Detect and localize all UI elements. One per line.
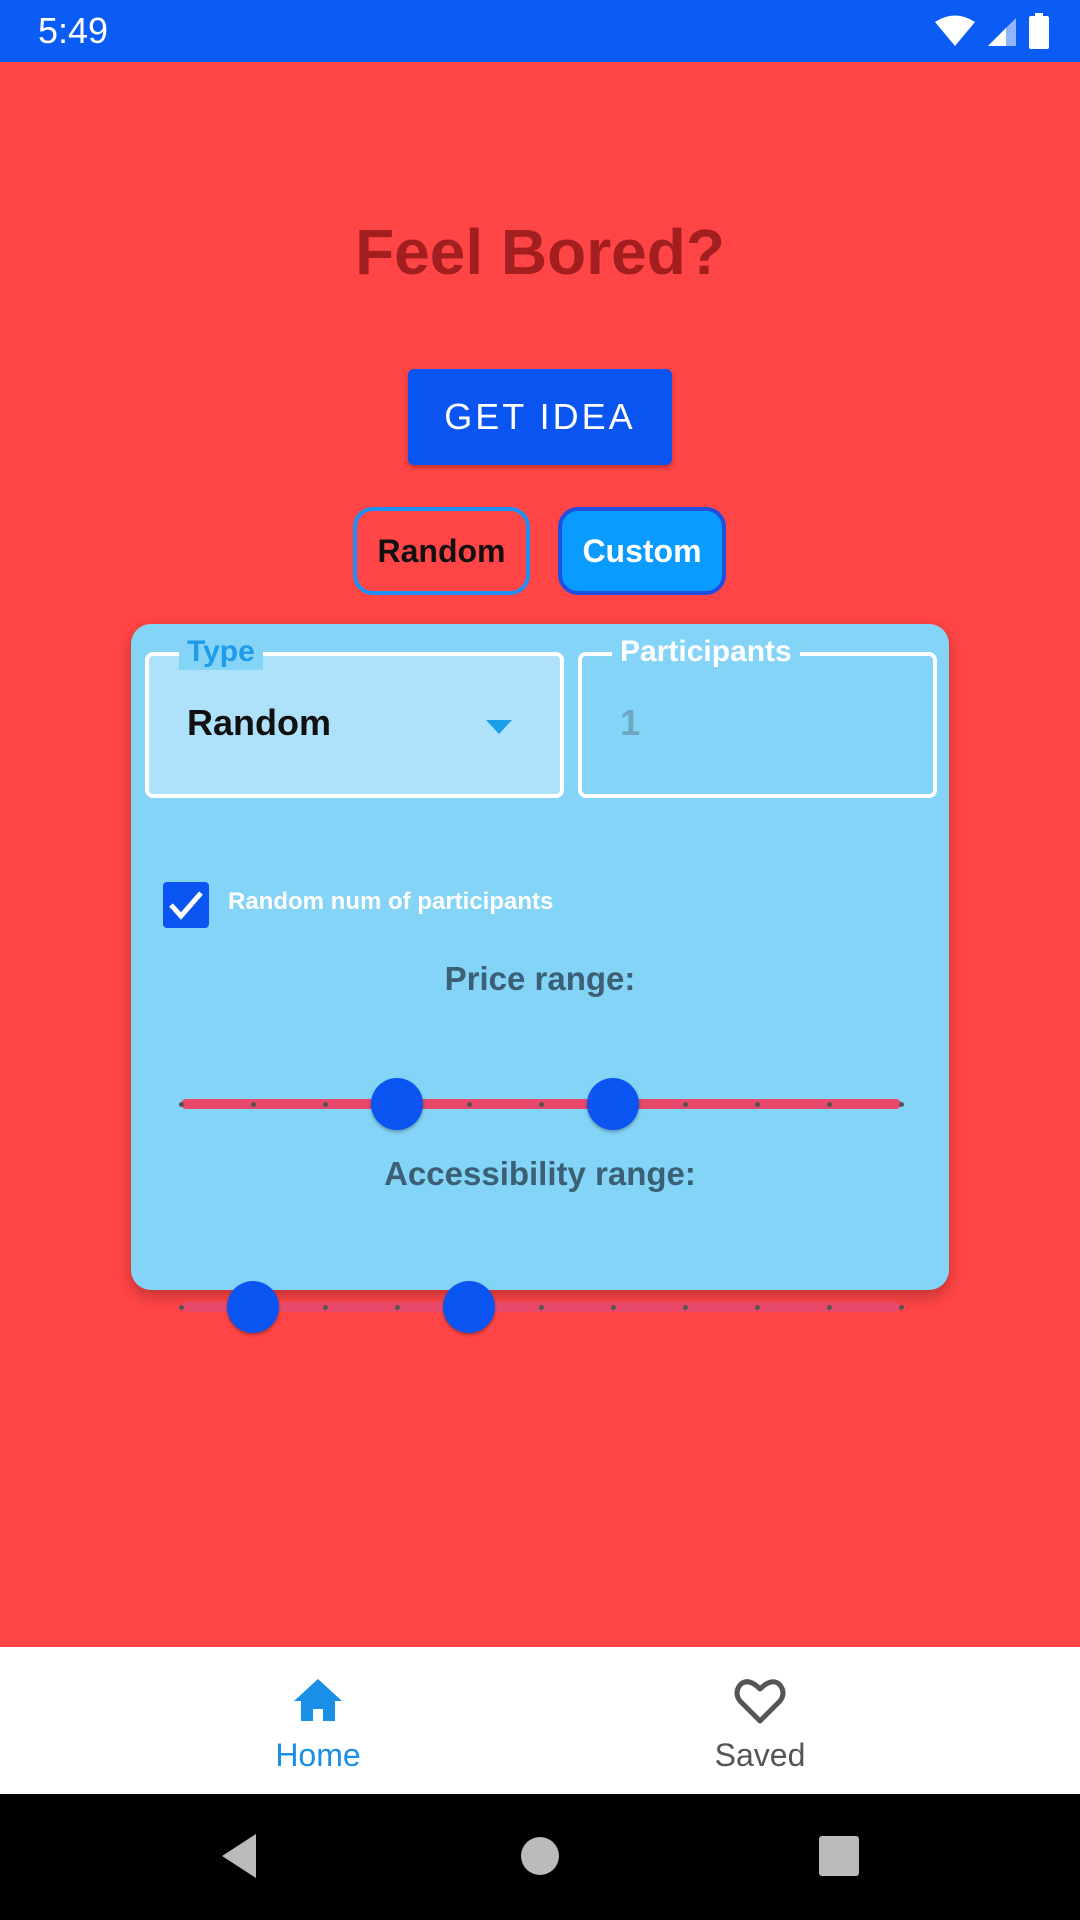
slider-thumb-low[interactable] [227,1281,279,1333]
slider-tick [755,1305,760,1310]
slider-tick [827,1305,832,1310]
custom-options-card: Type Random Participants 1 Random num of… [131,624,949,1333]
accessibility-range-slider[interactable] [179,1277,904,1337]
slider-tick [755,1102,760,1107]
nav-home-label: Home [275,1737,361,1773]
custom-mode-button[interactable]: Custom [558,507,726,595]
slider-thumb-low[interactable] [371,1078,423,1130]
random-participants-checkbox[interactable] [163,882,209,928]
slider-tick [899,1102,904,1107]
status-icons [934,12,1050,50]
nav-saved[interactable]: Saved [610,1647,910,1794]
slider-tick [539,1102,544,1107]
slider-thumb-high[interactable] [587,1078,639,1130]
nav-saved-label: Saved [714,1737,806,1773]
slider-tick [611,1305,616,1310]
get-idea-button[interactable]: GET IDEA [408,369,672,465]
price-range-label: Price range: [444,960,636,997]
bottom-navigation: Home Saved [0,1647,1080,1794]
random-participants-label: Random num of participants [228,888,554,915]
battery-icon [1029,13,1049,49]
page-title: Feel Bored? [355,216,725,288]
slider-tick [395,1305,400,1310]
recents-icon[interactable] [818,1832,860,1880]
checkmark-icon [169,891,203,920]
slider-tick [179,1305,184,1310]
random-mode-button[interactable]: Random [353,507,530,595]
back-icon[interactable] [218,1832,260,1880]
slider-tick [899,1305,904,1310]
nav-home[interactable]: Home [168,1647,468,1794]
slider-tick [683,1305,688,1310]
price-range-slider[interactable] [179,1074,904,1134]
type-selected-value: Random [187,702,331,743]
slider-tick [827,1102,832,1107]
type-field-label: Type [179,634,263,670]
slider-thumb-high[interactable] [443,1281,495,1333]
participants-field-label: Participants [612,634,800,670]
participants-value: 1 [620,702,641,743]
home-icon [294,1679,342,1721]
main-content: Feel Bored? GET IDEA Random Custom Type … [0,62,1080,1647]
system-navigation-bar [0,1794,1080,1920]
status-bar: 5:49 [0,0,1080,62]
status-time: 5:49 [38,10,109,51]
slider-tick [323,1102,328,1107]
slider-tick [179,1102,184,1107]
type-dropdown[interactable]: Type Random [145,634,564,798]
slider-tick [251,1102,256,1107]
slider-tick [539,1305,544,1310]
slider-tick [323,1305,328,1310]
heart-outline-icon [734,1679,786,1724]
slider-tick [683,1102,688,1107]
cell-signal-icon [988,18,1016,46]
participants-field[interactable]: Participants 1 [578,634,937,798]
wifi-icon [935,15,975,46]
home-circle-icon[interactable] [520,1832,560,1880]
accessibility-range-label: Accessibility range: [384,1155,696,1192]
slider-tick [467,1102,472,1107]
dropdown-arrow-icon [486,720,512,734]
